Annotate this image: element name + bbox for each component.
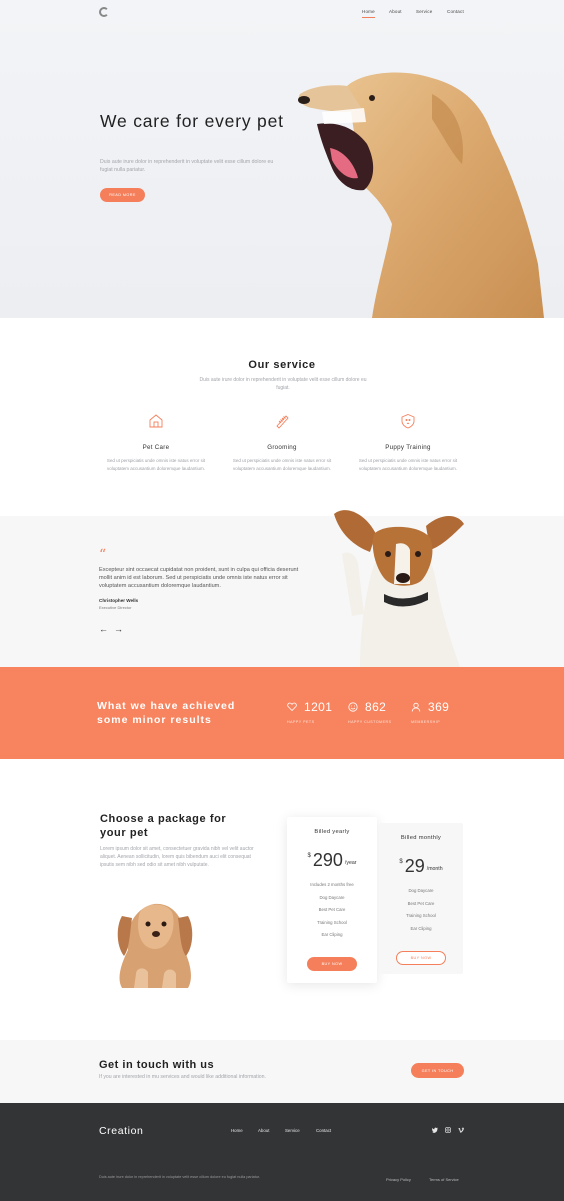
service-item-text: Sed ut perspiciatis unde omnis iste natu… — [232, 458, 332, 471]
service-item-pet-care: Pet Care Sed ut perspiciatis unde omnis … — [101, 413, 211, 472]
footer-nav-home[interactable]: Home — [231, 1128, 243, 1133]
testimonial-quote: Excepteur sint occaecat cupidatat non pr… — [99, 567, 299, 590]
testimonial-role: Executive Director — [99, 605, 132, 610]
footer-text: Duis aute irure dolor in reprehenderit i… — [99, 1175, 261, 1179]
plan-name: Billed yearly — [314, 829, 350, 835]
plan-feature: Training School — [406, 913, 436, 918]
plan-feature: Dog Daycare — [319, 894, 345, 900]
service-item-puppy-training: Puppy Training Sed ut perspiciatis unde … — [353, 413, 463, 472]
contact-subtitle: If you are interested in mu services and… — [99, 1074, 266, 1080]
comb-icon — [276, 415, 289, 429]
users-icon — [411, 702, 421, 712]
plan-amount: 290 — [312, 850, 343, 870]
read-more-button[interactable]: Read More — [100, 188, 145, 202]
plan-feature: Ear Cliping — [321, 932, 343, 937]
testimonial-name: Christopher Wells — [99, 598, 139, 603]
stat-happy-pets: 1201 Happy Pets — [287, 700, 332, 724]
arrow-left-icon[interactable]: ← — [99, 624, 108, 634]
footer-logo[interactable]: Creation — [99, 1125, 144, 1137]
contact-section — [0, 1040, 564, 1104]
stat-membership: 369 Membership — [411, 700, 449, 724]
service-item-text: Sed ut perspiciatis unde omnis iste natu… — [106, 458, 206, 471]
plan-feature: Ear Cliping — [410, 925, 432, 931]
plan-name: Billed monthly — [400, 835, 442, 841]
nav-home[interactable]: Home — [362, 9, 375, 18]
service-item-title: Puppy Training — [385, 444, 431, 451]
hero-section: Home About Service Contact We care for e… — [0, 0, 564, 318]
plan-period: /year — [344, 860, 357, 866]
nav-contact[interactable]: Contact — [447, 9, 464, 14]
plan-feature: Best Pet Care — [318, 907, 346, 912]
dog-shield-icon — [401, 414, 415, 429]
golden-retriever-image — [298, 72, 544, 318]
get-in-touch-button[interactable]: Get in touch — [411, 1063, 464, 1078]
plan-feature: Training School — [317, 919, 347, 925]
plan-price: $ 29 /month — [379, 857, 463, 875]
buy-now-monthly-button[interactable]: Buy Now — [396, 951, 446, 965]
vimeo-icon[interactable] — [458, 1127, 464, 1133]
plan-feature: Includes 2 months free — [310, 882, 354, 887]
achievement-section — [0, 667, 564, 759]
hero-title: We care for every pet — [100, 111, 284, 131]
pricing-text: Lorem ipsum dolor sit amet, consectetuer… — [100, 846, 254, 868]
contact-title: Get in touch with us — [99, 1059, 215, 1071]
stat-happy-customers: 862 Happy Customers — [348, 700, 392, 724]
testimonial-section — [0, 516, 564, 667]
twitter-icon[interactable] — [432, 1127, 438, 1133]
quote-icon: “ — [99, 547, 107, 563]
service-item-title: Pet Care — [142, 444, 170, 451]
smile-icon — [348, 702, 358, 712]
house-icon — [149, 414, 163, 428]
footer-nav-service[interactable]: Service — [285, 1128, 300, 1133]
stat-label: Happy Customers — [348, 720, 392, 724]
stat-label: Happy Pets — [287, 720, 315, 724]
jack-russell-image — [334, 510, 464, 667]
service-item-text: Sed ut perspiciatis unde omnis iste natu… — [358, 458, 458, 471]
plan-currency: $ — [399, 859, 403, 865]
plan-amount: 29 — [404, 856, 425, 876]
terms-of-service-link[interactable]: Terms of Service — [429, 1177, 459, 1182]
service-item-title: Grooming — [267, 444, 297, 451]
privacy-policy-link[interactable]: Privacy Policy — [386, 1177, 411, 1182]
heart-icon — [287, 702, 297, 712]
pricing-title: Choose a package for your pet — [100, 813, 227, 839]
buy-now-yearly-button[interactable]: Buy Now — [307, 957, 357, 971]
plan-feature: Dog Daycare — [408, 888, 434, 893]
footer-nav-about[interactable]: About — [258, 1128, 269, 1133]
stat-value: 1201 — [304, 700, 333, 714]
service-subtitle: Duis aute irure dolor in reprehenderit i… — [199, 377, 367, 391]
logo-icon[interactable] — [99, 7, 109, 17]
footer-nav-contact[interactable]: Contact — [316, 1128, 331, 1133]
plan-currency: $ — [307, 853, 311, 859]
plan-features: Includes 2 months free Dog Daycare Best … — [287, 879, 377, 942]
stat-value: 862 — [365, 700, 387, 714]
plan-price: $ 290 /year — [287, 851, 377, 869]
footer — [0, 1103, 564, 1201]
hero-subtitle: Duis aute irure dolor in reprehenderit i… — [100, 159, 274, 173]
stat-label: Membership — [411, 720, 441, 724]
plan-monthly-card: Billed monthly $ 29 /month Dog Daycare B… — [379, 823, 463, 974]
achievement-title: What we have achieved some minor results — [97, 700, 236, 726]
service-title: Our service — [248, 359, 316, 371]
plan-features: Dog Daycare Best Pet Care Training Schoo… — [379, 885, 463, 935]
service-item-grooming: Grooming Sed ut perspiciatis unde omnis … — [227, 413, 337, 472]
arrow-right-icon[interactable]: → — [114, 624, 123, 634]
plan-period: /month — [426, 866, 443, 872]
testimonial-nav: ← → — [99, 624, 123, 634]
plan-yearly-card: Billed yearly $ 290 /year Includes 2 mon… — [287, 817, 377, 983]
instagram-icon[interactable] — [445, 1127, 451, 1133]
stat-value: 369 — [428, 700, 450, 714]
nav-service[interactable]: Service — [416, 9, 432, 14]
puppy-image — [117, 903, 193, 988]
nav-about[interactable]: About — [389, 9, 402, 14]
plan-feature: Best Pet Care — [407, 900, 435, 906]
